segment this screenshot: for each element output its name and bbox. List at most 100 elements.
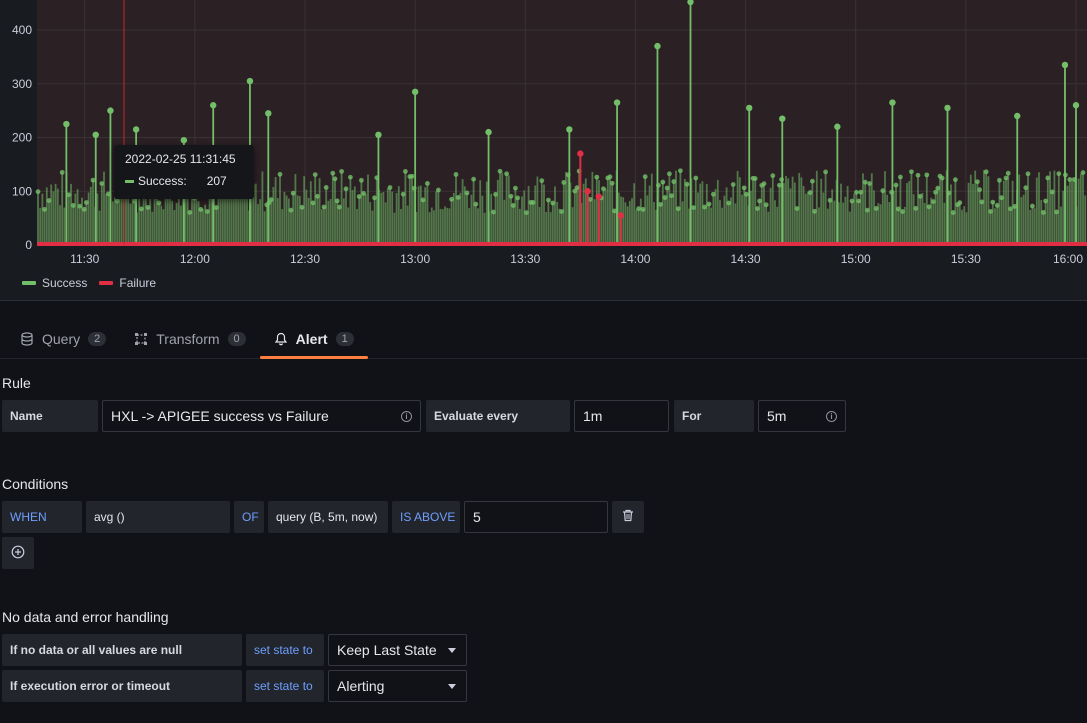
failure-spike-point (577, 150, 584, 157)
y-tick-label: 200 (12, 131, 32, 145)
success-point (348, 174, 353, 180)
success-spike-point (265, 110, 272, 117)
tab-query-label: Query (42, 331, 81, 347)
success-point (359, 177, 364, 183)
success-spike-point (1014, 112, 1021, 120)
success-point (684, 181, 690, 187)
success-point (609, 180, 615, 186)
nodata-state-select[interactable]: Keep Last State (328, 634, 467, 666)
success-spike-point (63, 120, 70, 128)
tab-query[interactable]: Query 2 (6, 321, 120, 357)
for-input[interactable]: 5m i (758, 400, 846, 432)
success-spike-point (566, 126, 573, 133)
success-point (1005, 170, 1011, 176)
success-point (539, 178, 545, 184)
success-point (997, 177, 1002, 183)
chart-tooltip: 2022-02-25 11:31:45 Success: 207 (114, 145, 254, 199)
success-point (409, 173, 415, 179)
error-state-value: Alerting (337, 678, 385, 694)
error-state-select[interactable]: Alerting (328, 670, 467, 702)
delete-condition-button[interactable] (612, 501, 644, 533)
success-spike-point (485, 128, 492, 136)
condition-threshold-input[interactable]: 5 (464, 501, 608, 533)
success-point (330, 170, 336, 176)
success-point (513, 185, 518, 191)
legend-item-failure[interactable]: Failure (99, 276, 156, 290)
condition-evaluator-button[interactable]: IS ABOVE (392, 501, 460, 533)
x-tick-label: 16:00 (1053, 252, 1083, 266)
info-icon[interactable]: i (401, 411, 412, 422)
success-point (667, 171, 672, 177)
success-point (693, 175, 699, 181)
success-point (453, 172, 459, 177)
tab-alert[interactable]: Alert 1 (259, 321, 368, 359)
success-point (854, 189, 859, 195)
condition-when-keyword: WHEN (2, 501, 82, 533)
success-spike-point (210, 102, 217, 109)
error-set-state-keyword: set state to (246, 670, 324, 702)
add-condition-button[interactable] (2, 537, 34, 569)
success-point (1056, 171, 1062, 177)
conditions-section-title: Conditions (2, 476, 69, 492)
success-point (957, 200, 963, 206)
failure-spike-point (617, 212, 624, 219)
x-tick-label: 14:30 (731, 252, 761, 266)
x-tick-label: 15:00 (841, 252, 871, 266)
success-point (752, 176, 758, 181)
condition-query-button[interactable]: query (B, 5m, now) (268, 501, 388, 533)
x-tick-label: 13:30 (510, 252, 540, 266)
time-series-chart[interactable]: 0 100 200 300 400 11:30 12:00 12:30 13:00 13:30 14… (0, 0, 1087, 270)
success-point (343, 186, 349, 192)
for-label: For (674, 400, 754, 432)
tab-alert-label: Alert (295, 331, 328, 347)
condition-reducer-button[interactable]: avg () (86, 501, 230, 533)
success-point (977, 187, 982, 193)
success-spike-point (107, 107, 114, 114)
legend-swatch-failure (99, 281, 114, 285)
condition-threshold-value: 5 (473, 509, 481, 525)
failure-spike-point (584, 188, 591, 195)
graph-panel: 0 100 200 300 400 11:30 12:00 12:30 13:00 13:30 14… (0, 0, 1087, 301)
success-spike-point (654, 42, 661, 50)
evaluate-every-label: Evaluate every (426, 400, 570, 432)
tab-transform-count: 0 (227, 332, 246, 346)
tab-transform[interactable]: Transform 0 (120, 321, 259, 357)
tooltip-value: 207 (206, 174, 227, 188)
success-point (323, 185, 329, 190)
success-point (277, 171, 283, 177)
rule-name-label: Name (2, 400, 98, 432)
success-point (312, 172, 318, 178)
success-point (403, 169, 408, 174)
info-icon[interactable]: i (826, 411, 837, 422)
success-spike-point (746, 104, 753, 112)
tooltip-row: Success: 207 (125, 174, 243, 188)
success-spike-point (779, 115, 786, 122)
y-tick-label: 300 (12, 77, 32, 91)
success-point (473, 201, 479, 207)
success-point (1080, 170, 1086, 175)
success-point (898, 174, 903, 180)
trash-icon (622, 509, 634, 525)
success-point (706, 201, 712, 207)
legend-item-success[interactable]: Success (22, 276, 87, 290)
y-tick-label: 100 (12, 184, 32, 198)
success-point (924, 172, 930, 178)
success-point (763, 202, 769, 208)
success-point (515, 195, 520, 201)
success-point (990, 199, 996, 205)
success-point (983, 169, 989, 175)
evaluate-every-input[interactable]: 1m (574, 400, 669, 432)
success-point (744, 191, 749, 197)
caret-down-icon (448, 648, 456, 653)
success-point (35, 189, 41, 195)
success-point (915, 172, 921, 178)
rule-section-title: Rule (2, 375, 31, 391)
x-tick-label: 13:00 (400, 252, 430, 266)
rule-name-input[interactable]: HXL -> APIGEE success vs Failure i (102, 400, 421, 432)
plus-circle-icon (11, 545, 25, 562)
x-tick-label: 11:30 (70, 252, 99, 266)
tab-alert-count: 1 (335, 332, 354, 346)
success-spike-point (944, 104, 951, 112)
nodata-set-state-keyword: set state to (246, 634, 324, 666)
legend-swatch-success (22, 281, 36, 285)
